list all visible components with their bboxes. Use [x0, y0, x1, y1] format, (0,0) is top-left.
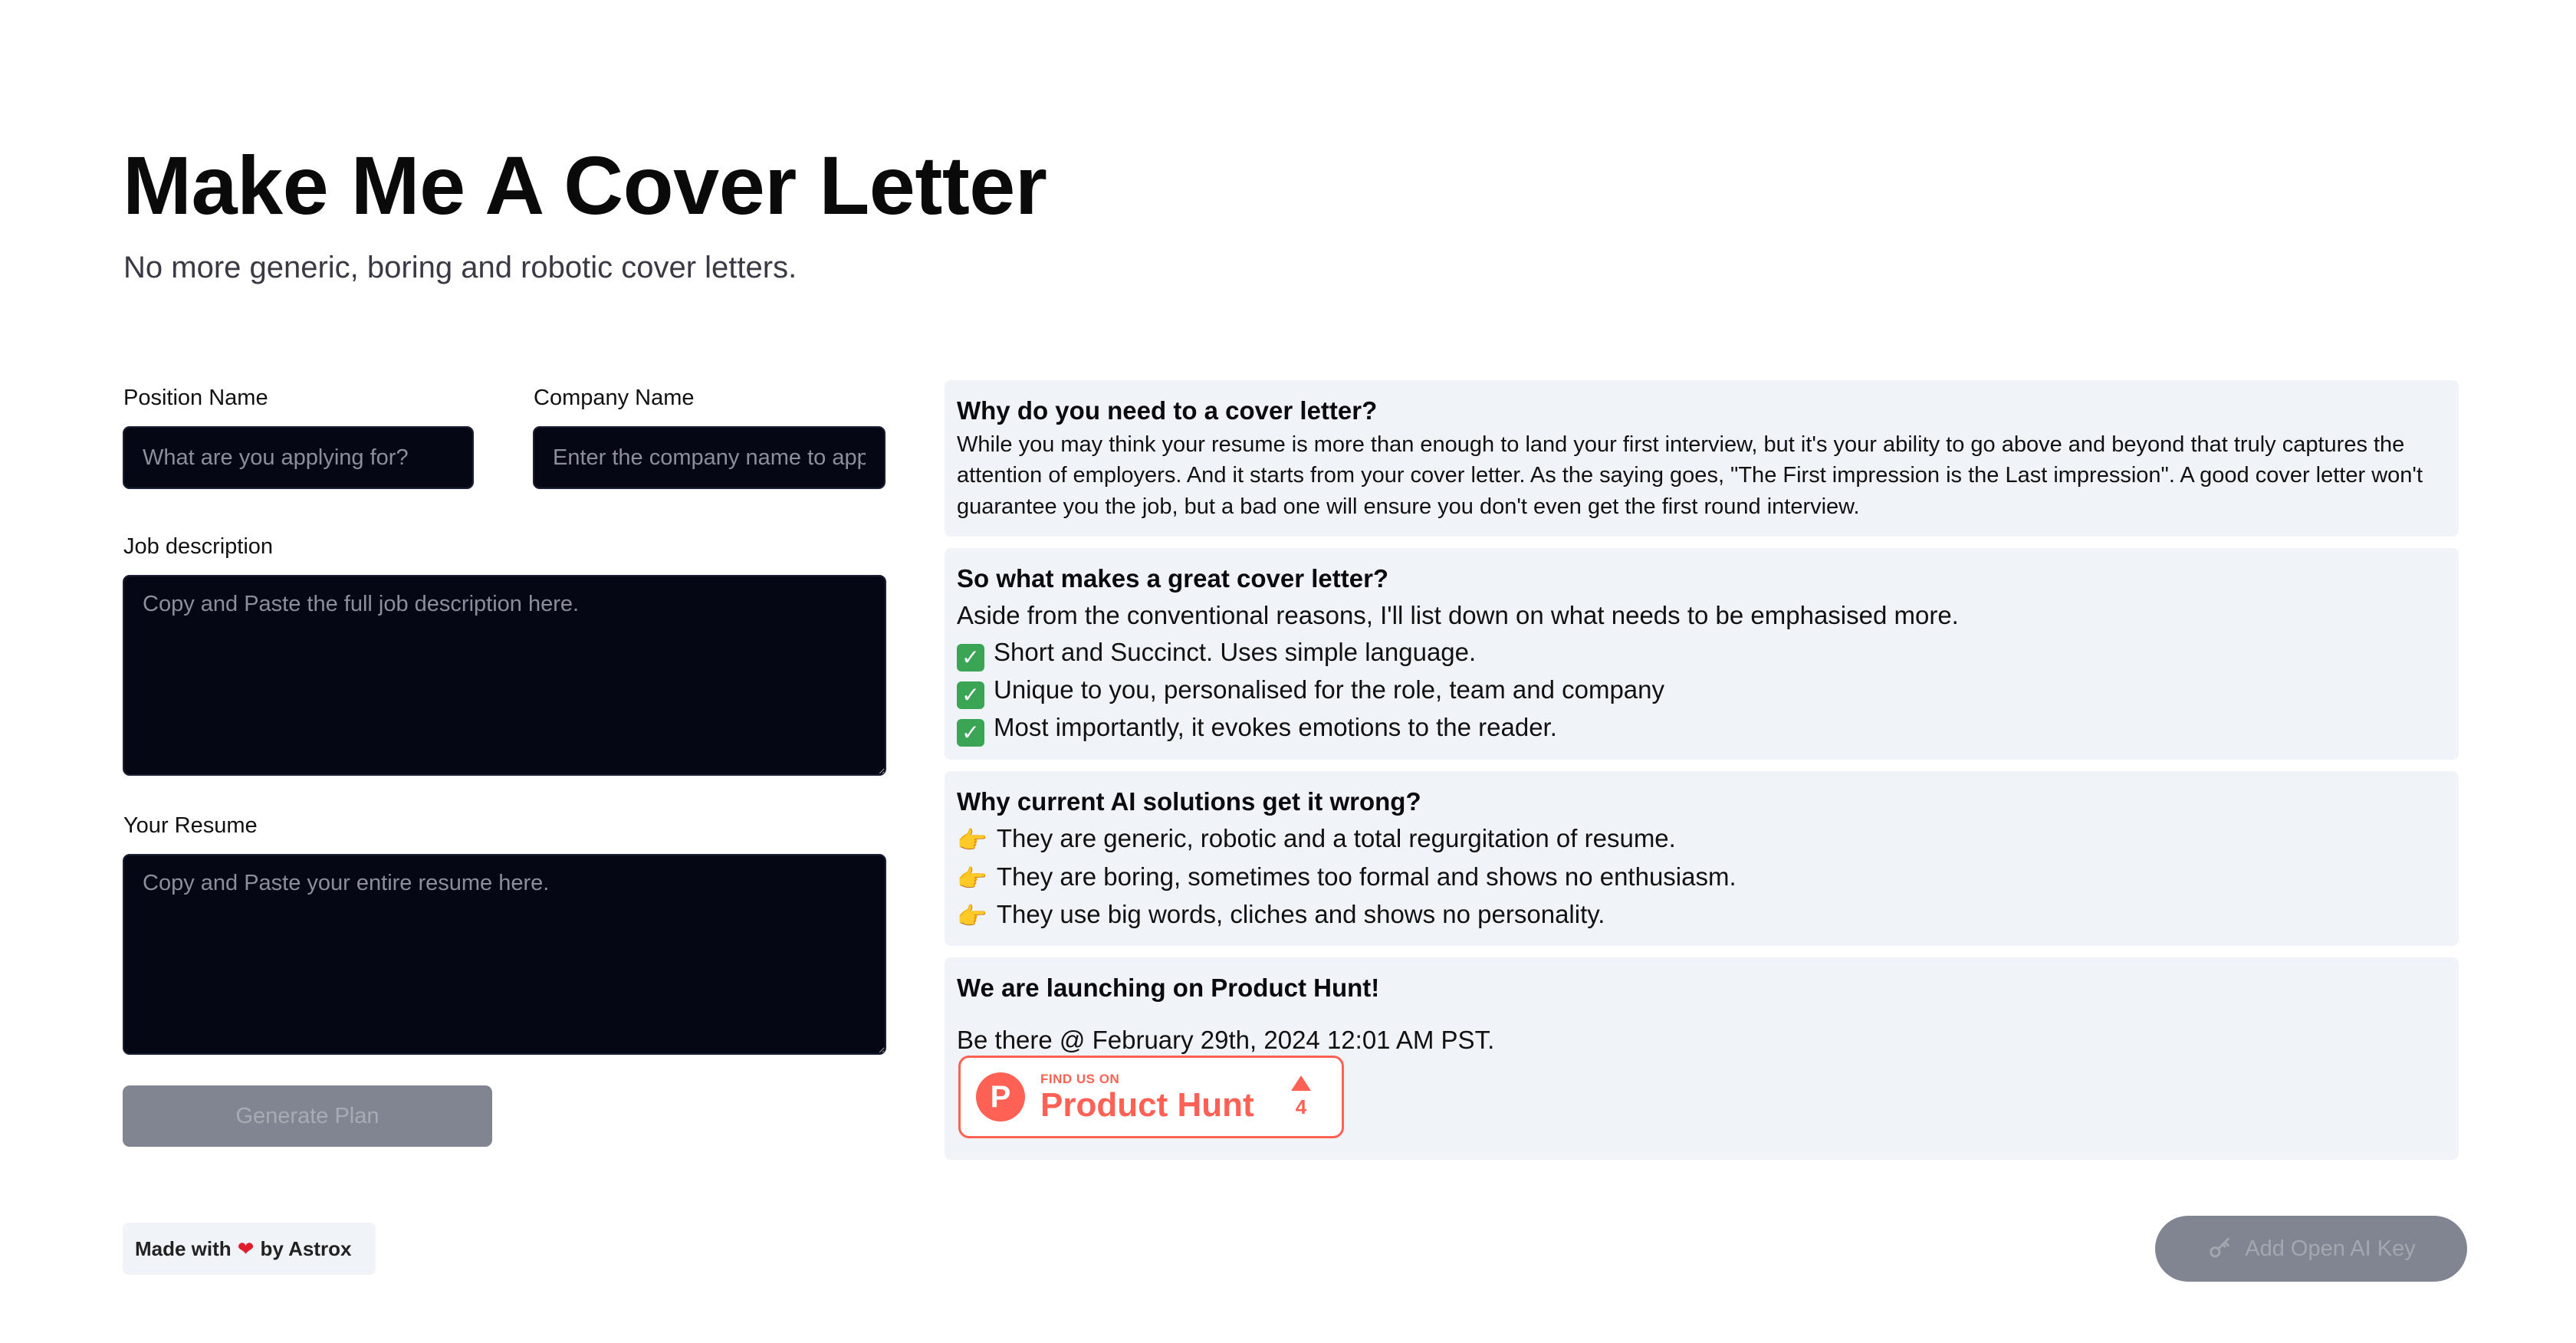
product-hunt-badge[interactable]: P FIND US ON Product Hunt 4 — [958, 1056, 1344, 1138]
wrong-item-text: They are boring, sometimes too formal an… — [996, 862, 1737, 891]
page: Make Me A Cover Letter No more generic, … — [0, 0, 2576, 1343]
job-description-label: Job description — [123, 534, 274, 559]
great-item-text: Unique to you, personalised for the role… — [994, 675, 1665, 704]
great-card-item: ✓ Short and Succinct. Uses simple languag… — [957, 634, 2446, 672]
badge-find-text: FIND US ON — [1040, 1072, 1120, 1086]
great-card-item: ✓ Unique to you, personalised for the rol… — [957, 672, 2446, 710]
job-description-textarea[interactable] — [123, 575, 886, 776]
great-cover-letter-card: So what makes a great cover letter? Asid… — [945, 548, 2459, 760]
great-item-text: Short and Succinct. Uses simple language… — [994, 638, 1477, 667]
position-label: Position Name — [123, 386, 268, 410]
badge-name-text: Product Hunt — [1040, 1086, 1254, 1124]
check-box-icon: ✓ — [957, 681, 984, 710]
heart-icon: ❤ — [237, 1236, 255, 1260]
company-label: Company Name — [534, 386, 695, 410]
made-with-link[interactable]: Made with ❤ by Astrox — [123, 1223, 376, 1275]
page-subtitle: No more generic, boring and robotic cove… — [123, 251, 797, 284]
product-hunt-logo-icon: P — [976, 1072, 1025, 1121]
ai-wrong-card: Why current AI solutions get it wrong? 👉… — [945, 771, 2459, 946]
why-cover-letter-card: Why do you need to a cover letter? While… — [945, 380, 2459, 537]
badge-text: FIND US ON Product Hunt — [1040, 1072, 1254, 1122]
add-openai-key-button[interactable]: Add Open AI Key — [2155, 1216, 2467, 1282]
position-input[interactable] — [123, 426, 474, 489]
resume-textarea[interactable] — [123, 854, 886, 1055]
resume-label: Your Resume — [123, 813, 258, 838]
great-item-text: Most importantly, it evokes emotions to … — [994, 713, 1557, 742]
great-card-title: So what makes a great cover letter? — [957, 564, 1389, 593]
wrong-card-item: 👉 They are generic, robotic and a total r… — [957, 820, 2446, 859]
wrong-card-title: Why current AI solutions get it wrong? — [957, 787, 1421, 816]
wrong-card-item: 👉 They are boring, sometimes too formal a… — [957, 859, 2446, 897]
upvote-count: 4 — [1295, 1095, 1307, 1118]
pointing-hand-icon: 👉 — [957, 864, 987, 892]
upvote-counter: 4 — [1291, 1075, 1311, 1119]
pointing-hand-icon: 👉 — [957, 902, 987, 931]
check-box-icon: ✓ — [957, 644, 984, 672]
great-card-intro: Aside from the conventional reasons, I'l… — [957, 600, 1959, 629]
check-box-icon: ✓ — [957, 719, 984, 747]
wrong-item-text: They use big words, cliches and shows no… — [996, 900, 1605, 929]
why-card-title: Why do you need to a cover letter? — [957, 396, 1378, 425]
wrong-item-text: They are generic, robotic and a total re… — [996, 823, 1676, 852]
made-with-suffix: by Astrox — [260, 1236, 352, 1260]
key-icon — [2210, 1237, 2229, 1258]
great-card-item: ✓ Most importantly, it evokes emotions to… — [957, 709, 2446, 747]
made-with-prefix: Made with — [135, 1236, 232, 1260]
page-title: Make Me A Cover Letter — [123, 139, 1047, 231]
generate-plan-button[interactable]: Generate Plan — [123, 1085, 492, 1147]
pointing-hand-icon: 👉 — [957, 826, 987, 854]
add-openai-key-label: Add Open AI Key — [2245, 1236, 2416, 1261]
launch-card-text: Be there @ February 29th, 2024 12:01 AM … — [957, 1025, 1495, 1054]
wrong-card-item: 👉 They use big words, cliches and shows n… — [957, 896, 2446, 934]
upvote-arrow-icon — [1291, 1075, 1311, 1091]
why-card-body: While you may think your resume is more … — [957, 432, 2423, 520]
launch-card-title: We are launching on Product Hunt! — [957, 974, 1380, 1002]
company-input[interactable] — [533, 426, 886, 489]
